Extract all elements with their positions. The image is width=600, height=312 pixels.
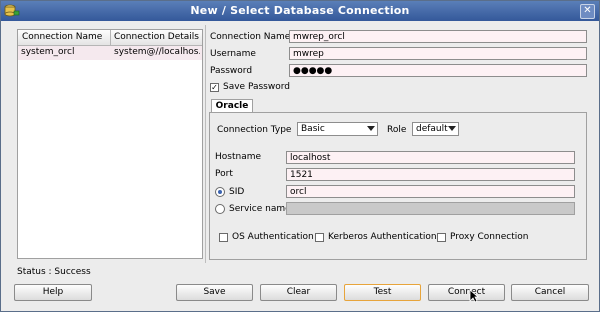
sid-label: SID <box>229 187 245 197</box>
role-select[interactable]: default <box>412 122 459 136</box>
connection-type-value: Basic <box>301 124 325 134</box>
test-button[interactable]: Test <box>344 284 421 301</box>
cancel-button[interactable]: Cancel <box>511 284 589 301</box>
username-field[interactable] <box>289 47 587 60</box>
os-authentication-checkbox[interactable] <box>219 233 228 242</box>
status-text: Status : Success <box>17 267 91 277</box>
connection-type-label: Connection Type <box>217 125 292 135</box>
connect-button[interactable]: Connect <box>428 284 505 301</box>
connection-list-header: Connection Name Connection Details <box>18 30 202 46</box>
column-header-connection-details[interactable]: Connection Details <box>114 32 199 42</box>
window-title: New / Select Database Connection <box>190 4 410 17</box>
connection-name-cell: system_orcl <box>21 47 75 57</box>
connection-type-select[interactable]: Basic <box>297 122 378 136</box>
proxy-connection-label: Proxy Connection <box>450 232 529 242</box>
os-authentication-label: OS Authentication <box>232 232 314 242</box>
connection-dialog: New / Select Database Connection ✕ Conne… <box>0 0 600 312</box>
sid-field[interactable] <box>286 185 575 198</box>
mouse-pointer-icon <box>469 289 479 303</box>
connection-details-cell: system@//localhos... <box>114 47 200 57</box>
sid-radio[interactable] <box>215 187 225 197</box>
role-value: default <box>416 124 448 134</box>
clear-button[interactable]: Clear <box>260 284 337 301</box>
tab-oracle[interactable]: Oracle <box>211 99 253 113</box>
service-name-radio[interactable] <box>215 204 225 214</box>
connection-row-system-orcl[interactable]: system_orcl system@//localhos... <box>18 46 202 60</box>
service-name-field[interactable] <box>286 202 575 215</box>
save-password-label: Save Password <box>223 82 290 92</box>
password-label: Password <box>210 66 253 76</box>
proxy-connection-checkbox[interactable] <box>437 233 446 242</box>
hostname-field[interactable] <box>286 151 575 164</box>
chevron-down-icon <box>367 126 375 131</box>
column-header-connection-name[interactable]: Connection Name <box>22 32 102 42</box>
help-button[interactable]: Help <box>14 284 92 301</box>
port-field[interactable] <box>286 168 575 181</box>
close-icon[interactable]: ✕ <box>580 4 595 19</box>
kerberos-authentication-checkbox[interactable] <box>315 233 324 242</box>
connection-name-field[interactable] <box>289 30 587 43</box>
hostname-label: Hostname <box>215 152 262 162</box>
service-name-label: Service name <box>229 204 291 214</box>
password-field[interactable] <box>289 64 587 77</box>
role-label: Role <box>387 125 407 135</box>
title-bar: New / Select Database Connection ✕ <box>1 1 599 21</box>
port-label: Port <box>215 169 233 179</box>
connection-name-label: Connection Name <box>210 32 291 42</box>
chevron-down-icon <box>448 126 456 131</box>
save-password-checkbox[interactable]: ✓ <box>210 83 219 92</box>
panel-splitter[interactable] <box>205 25 206 263</box>
kerberos-authentication-label: Kerberos Authentication <box>328 232 437 242</box>
column-divider[interactable] <box>110 30 111 45</box>
connection-list[interactable]: Connection Name Connection Details syste… <box>17 29 203 259</box>
save-button[interactable]: Save <box>176 284 253 301</box>
username-label: Username <box>210 49 256 59</box>
